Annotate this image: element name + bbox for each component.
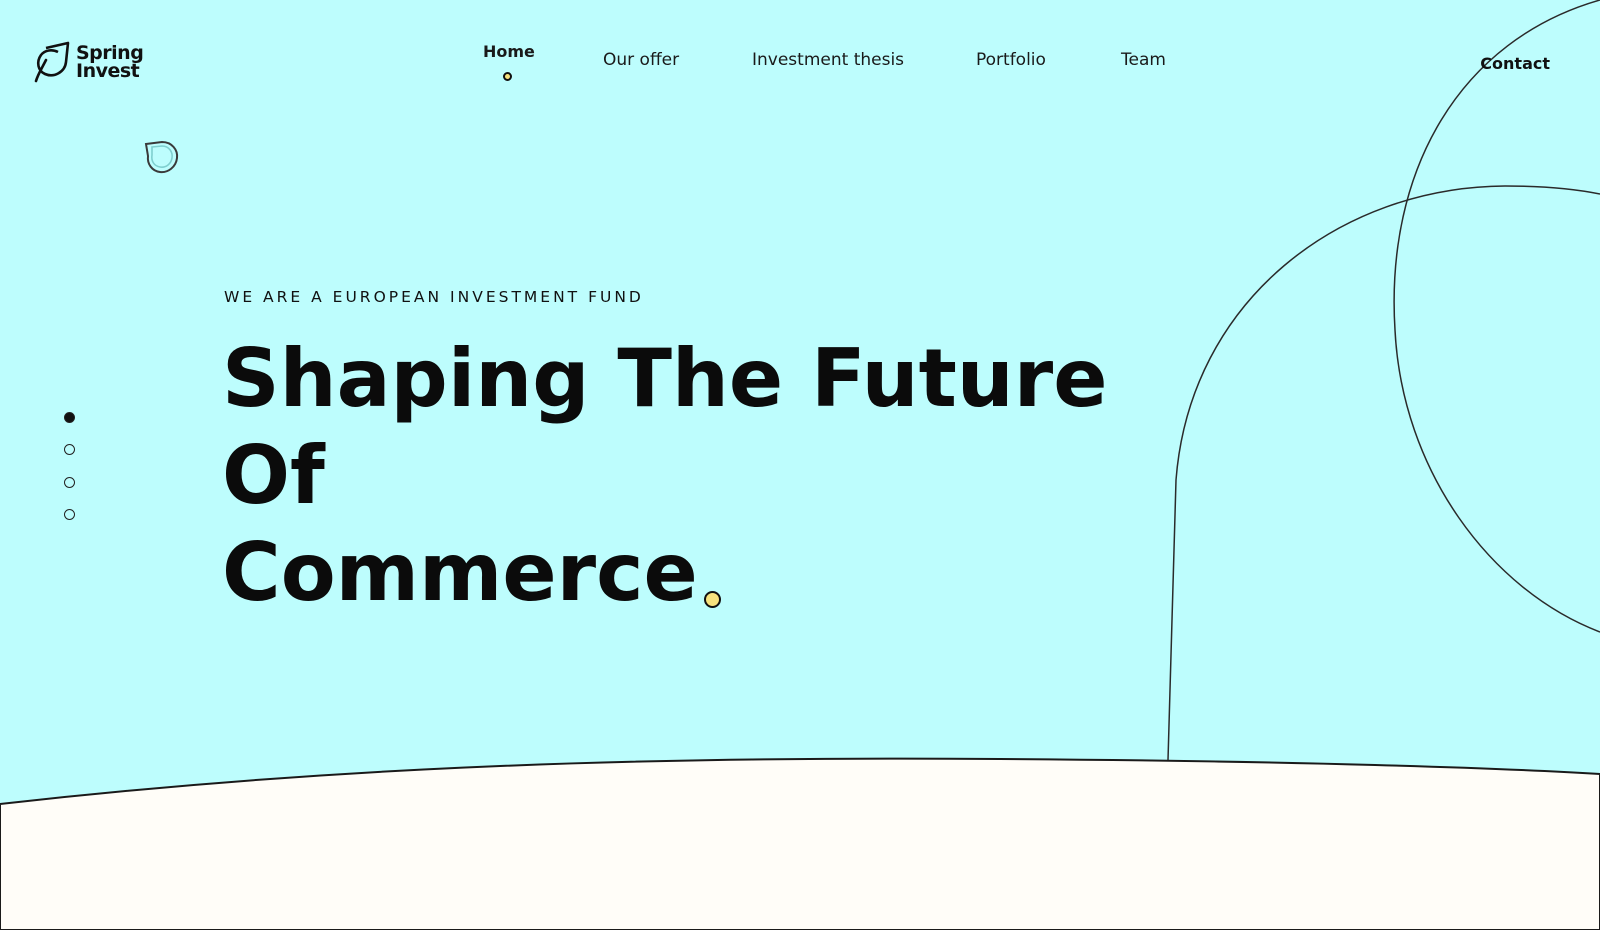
page: Spring Invest Home Our offer Investment …	[0, 0, 1600, 930]
nav-item-home[interactable]: Home	[483, 42, 535, 61]
headline-accent-dot	[703, 591, 721, 608]
headline-line-1: Shaping The Future	[222, 332, 1108, 425]
nav-item-portfolio[interactable]: Portfolio	[976, 50, 1046, 70]
headline-line-3: Commerce	[222, 524, 1107, 621]
contact-link[interactable]: Contact	[1480, 54, 1550, 73]
hero-eyebrow: WE ARE A EUROPEAN INVESTMENT FUND	[224, 288, 644, 306]
headline-line-2: Of	[222, 429, 325, 522]
slider-dot-1[interactable]	[64, 412, 75, 423]
slider-dot-4[interactable]	[64, 509, 75, 520]
nav-item-investment-thesis[interactable]: Investment thesis	[752, 50, 904, 70]
slider-dot-3[interactable]	[64, 477, 75, 488]
slider-dot-2[interactable]	[64, 444, 75, 455]
nav-active-indicator	[503, 72, 512, 81]
headline-line-3-text: Commerce	[222, 526, 698, 619]
main-nav: Home Our offer Investment thesis Portfol…	[0, 42, 1600, 81]
nav-item-team[interactable]: Team	[1121, 50, 1166, 70]
leaf-bubble-icon	[144, 140, 179, 174]
nav-item-our-offer[interactable]: Our offer	[603, 50, 679, 70]
hero-headline: Shaping The Future Of Commerce	[222, 330, 1107, 621]
